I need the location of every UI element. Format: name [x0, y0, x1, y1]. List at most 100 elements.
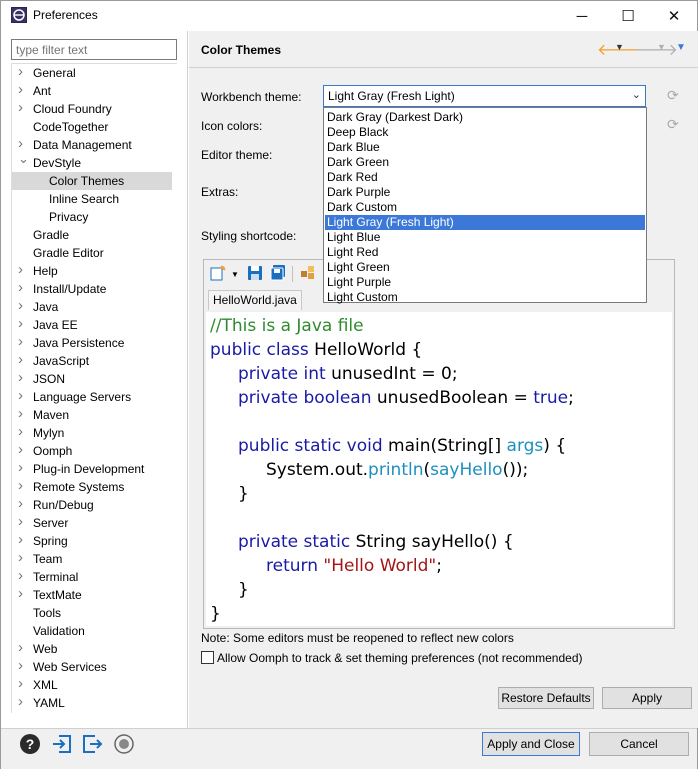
chevron-right-icon[interactable]: ›	[18, 387, 23, 405]
build-icon[interactable]	[300, 265, 316, 281]
chevron-right-icon[interactable]: ›	[18, 405, 23, 423]
chevron-right-icon[interactable]: ›	[18, 495, 23, 513]
chevron-right-icon[interactable]: ›	[18, 279, 23, 297]
chevron-right-icon[interactable]: ›	[18, 297, 23, 315]
tree-item[interactable]: › Team	[12, 549, 172, 568]
close-button[interactable]: ✕	[651, 1, 697, 31]
chevron-right-icon[interactable]: ›	[18, 351, 23, 369]
tree-item[interactable]: › Java Persistence	[12, 333, 172, 352]
dropdown-option[interactable]: Dark Custom	[325, 200, 645, 215]
maximize-button[interactable]: ☐	[605, 1, 651, 31]
dropdown-option[interactable]: Light Purple	[325, 275, 645, 290]
tree-item[interactable]: › JavaScript	[12, 351, 172, 370]
minimize-button[interactable]: ─	[559, 1, 605, 31]
tree-item[interactable]: › Spring	[12, 531, 172, 550]
chevron-right-icon[interactable]: ›	[18, 675, 23, 693]
tree-item[interactable]: Color Themes	[12, 172, 172, 190]
tree-item[interactable]: › Plug-in Development	[12, 459, 172, 478]
chevron-right-icon[interactable]: ›	[18, 459, 23, 477]
tree-item[interactable]: › General	[12, 64, 172, 82]
apply-and-close-button[interactable]: Apply and Close	[482, 732, 580, 756]
oomph-checkbox[interactable]	[201, 651, 214, 664]
tree-item[interactable]: › YAML	[12, 693, 172, 712]
chevron-right-icon[interactable]: ›	[18, 585, 23, 603]
view-menu-icon[interactable]: ▼	[676, 42, 686, 53]
apply-button[interactable]: Apply	[602, 687, 692, 709]
export-icon[interactable]	[81, 733, 103, 755]
back-dropdown-icon[interactable]: ▼	[615, 42, 624, 52]
tree-item[interactable]: CodeTogether	[12, 118, 172, 136]
tree-item[interactable]: › Cloud Foundry	[12, 99, 172, 118]
chevron-right-icon[interactable]: ›	[18, 81, 23, 99]
import-icon[interactable]	[51, 733, 73, 755]
tree-item[interactable]: › Language Servers	[12, 387, 172, 406]
chevron-right-icon[interactable]: ›	[18, 64, 23, 81]
dropdown-option[interactable]: Light Green	[325, 260, 645, 275]
editor-tab[interactable]: HelloWorld.java	[208, 290, 302, 310]
tree-item[interactable]: › Java	[12, 297, 172, 316]
tree-item[interactable]: › XML	[12, 675, 172, 694]
tree-item[interactable]: › Web Services	[12, 657, 172, 676]
chevron-right-icon[interactable]: ›	[18, 567, 23, 585]
chevron-right-icon[interactable]: ›	[18, 639, 23, 657]
forward-dropdown-icon[interactable]: ▼	[657, 42, 666, 52]
record-icon[interactable]	[113, 733, 135, 755]
chevron-right-icon[interactable]: ›	[18, 531, 23, 549]
tree-item[interactable]: › Server	[12, 513, 172, 532]
refresh-workbench-icon[interactable]: ⟳	[667, 87, 679, 104]
tree-item[interactable]: › Java EE	[12, 315, 172, 334]
tree-item[interactable]: › Install/Update	[12, 279, 172, 298]
dropdown-option[interactable]: Light Custom	[325, 290, 645, 305]
save-icon[interactable]	[247, 265, 263, 281]
chevron-right-icon[interactable]: ›	[18, 513, 23, 531]
chevron-right-icon[interactable]: ›	[18, 99, 23, 117]
dropdown-option[interactable]: Dark Gray (Darkest Dark)	[325, 110, 645, 125]
chevron-right-icon[interactable]: ›	[18, 441, 23, 459]
dropdown-option[interactable]: Deep Black	[325, 125, 645, 140]
tree-item[interactable]: › TextMate	[12, 585, 172, 604]
tree-item[interactable]: Tools	[12, 604, 172, 622]
oomph-checkbox-label[interactable]: Allow Oomph to track & set theming prefe…	[217, 651, 583, 665]
tree-item[interactable]: › Terminal	[12, 567, 172, 586]
tree-item[interactable]: › Remote Systems	[12, 477, 172, 496]
tree-item[interactable]: › Help	[12, 261, 172, 280]
tree-item[interactable]: › Run/Debug	[12, 495, 172, 514]
dropdown-option[interactable]: Light Gray (Fresh Light)	[325, 215, 645, 230]
tree-item[interactable]: › Maven	[12, 405, 172, 424]
chevron-right-icon[interactable]: ›	[18, 261, 23, 279]
chevron-right-icon[interactable]: ›	[18, 333, 23, 351]
chevron-right-icon[interactable]: ›	[18, 657, 23, 675]
chevron-right-icon[interactable]: ›	[18, 369, 23, 387]
tree-item[interactable]: › Mylyn	[12, 423, 172, 442]
cancel-button[interactable]: Cancel	[589, 732, 689, 756]
workbench-theme-combo[interactable]: Light Gray (Fresh Light) ⌄	[323, 85, 646, 107]
chevron-right-icon[interactable]: ›	[18, 477, 23, 495]
refresh-icon-colors-icon[interactable]: ⟳	[667, 116, 679, 133]
dropdown-option[interactable]: Dark Purple	[325, 185, 645, 200]
new-file-icon[interactable]	[210, 265, 226, 281]
chevron-right-icon[interactable]: ›	[18, 693, 23, 711]
tree-item[interactable]: Privacy	[12, 208, 172, 226]
restore-defaults-button[interactable]: Restore Defaults	[498, 687, 594, 709]
dropdown-option[interactable]: Dark Blue	[325, 140, 645, 155]
chevron-right-icon[interactable]: ›	[18, 423, 23, 441]
chevron-down-icon[interactable]: ⌄	[18, 150, 29, 168]
help-icon[interactable]: ?	[19, 733, 41, 755]
tree-item[interactable]: ⌄ DevStyle	[12, 151, 172, 172]
tree-item[interactable]: Gradle	[12, 226, 172, 244]
tree-item[interactable]: › Data Management	[12, 135, 172, 154]
tree-item[interactable]: Inline Search	[12, 190, 172, 208]
new-dropdown-icon[interactable]: ▼	[231, 270, 247, 286]
filter-input[interactable]	[11, 39, 177, 60]
chevron-right-icon[interactable]: ›	[18, 315, 23, 333]
tree-item[interactable]: › Oomph	[12, 441, 172, 460]
tree-item[interactable]: Validation	[12, 622, 172, 640]
dropdown-option[interactable]: Dark Red	[325, 170, 645, 185]
save-all-icon[interactable]	[270, 265, 286, 281]
dropdown-option[interactable]: Light Blue	[325, 230, 645, 245]
preference-tree[interactable]: › General › Ant › Cloud Foundry CodeTogether › D…	[11, 63, 177, 713]
workbench-theme-dropdown[interactable]: Dark Gray (Darkest Dark) Deep Black Dark B…	[323, 107, 647, 305]
tree-item[interactable]: › JSON	[12, 369, 172, 388]
sash-divider[interactable]	[187, 31, 188, 728]
tree-item[interactable]: › Web	[12, 639, 172, 658]
